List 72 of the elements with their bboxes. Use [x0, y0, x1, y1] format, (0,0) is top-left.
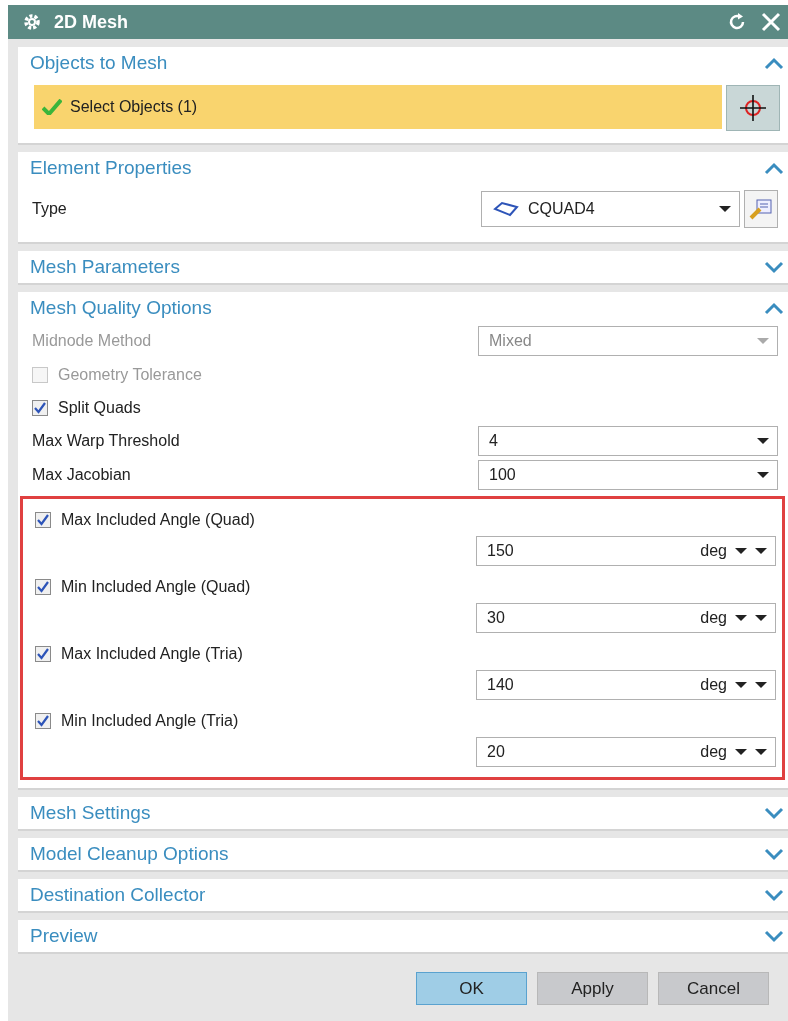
check-icon — [37, 647, 49, 660]
dropdown-arrow-icon[interactable] — [719, 205, 731, 213]
dropdown-arrow-icon[interactable] — [735, 681, 747, 689]
section-header[interactable]: Element Properties — [30, 157, 192, 179]
unit-label[interactable]: deg — [700, 743, 727, 761]
properties-icon — [749, 197, 773, 221]
unit-label[interactable]: deg — [700, 542, 727, 560]
dropdown-arrow-icon[interactable] — [735, 547, 747, 555]
dropdown-arrow-icon[interactable] — [755, 681, 767, 689]
collapse-icon[interactable] — [764, 301, 784, 315]
unit-label[interactable]: deg — [700, 609, 727, 627]
unit-label[interactable]: deg — [700, 676, 727, 694]
section-header[interactable]: Mesh Parameters — [30, 256, 180, 278]
dropdown-field[interactable]: CQUAD4 — [481, 191, 740, 227]
field-label: Type — [32, 200, 67, 218]
section-header[interactable]: Mesh Settings — [30, 802, 151, 824]
checkbox-label: Split Quads — [58, 398, 141, 417]
check-icon — [37, 513, 49, 526]
dropdown-arrow-icon[interactable] — [755, 547, 767, 555]
gear-icon[interactable] — [22, 12, 42, 32]
crosshair-button[interactable] — [726, 85, 780, 131]
section-header[interactable]: Destination Collector — [30, 884, 206, 906]
selection-bar[interactable]: Select Objects (1) — [34, 85, 722, 129]
window-title: 2D Mesh — [54, 11, 130, 33]
dialog-button[interactable]: Cancel — [658, 972, 769, 1005]
close-icon[interactable] — [760, 11, 782, 33]
checkbox[interactable] — [35, 511, 51, 528]
checkbox[interactable] — [35, 578, 51, 595]
checkbox[interactable] — [35, 645, 51, 662]
ok-button[interactable]: OK — [416, 972, 527, 1005]
dropdown-arrow-icon[interactable] — [757, 471, 769, 479]
check-icon — [37, 580, 49, 593]
dropdown-field: Mixed — [478, 326, 778, 356]
dropdown-field[interactable]: 140 deg — [476, 670, 776, 700]
dropdown-field[interactable]: 20 deg — [476, 737, 776, 767]
field-label: Max Jacobian — [32, 466, 131, 484]
checkbox-label: Min Included Angle (Quad) — [61, 577, 251, 596]
checkbox-label: Max Included Angle (Tria) — [61, 644, 243, 663]
element-shape-icon — [492, 200, 520, 218]
dropdown-arrow-icon[interactable] — [755, 614, 767, 622]
expand-icon[interactable] — [764, 806, 784, 820]
dropdown-arrow-icon[interactable] — [757, 437, 769, 445]
check-icon — [42, 99, 62, 115]
collapse-icon[interactable] — [764, 161, 784, 175]
dropdown-arrow-icon[interactable] — [735, 748, 747, 756]
dialog-button[interactable]: Apply — [537, 972, 648, 1005]
expand-icon[interactable] — [764, 260, 784, 274]
expand-icon[interactable] — [764, 847, 784, 861]
dropdown-field[interactable]: 100 — [478, 460, 778, 490]
section-header[interactable]: Model Cleanup Options — [30, 843, 229, 865]
dropdown-arrow-icon[interactable] — [735, 614, 747, 622]
collapse-icon[interactable] — [764, 56, 784, 70]
dropdown-arrow-icon[interactable] — [755, 748, 767, 756]
selection-label: Select Objects (1) — [70, 98, 198, 116]
check-icon — [37, 714, 49, 727]
checkbox[interactable] — [35, 712, 51, 729]
section-header[interactable]: Objects to Mesh — [30, 52, 168, 74]
checkbox-label: Max Included Angle (Quad) — [61, 510, 255, 529]
dropdown-field[interactable]: 30 deg — [476, 603, 776, 633]
field-label: Midnode Method — [32, 332, 152, 350]
dropdown-field[interactable]: 4 — [478, 426, 778, 456]
checkbox-label: Min Included Angle (Tria) — [61, 711, 239, 730]
expand-icon[interactable] — [764, 888, 784, 902]
expand-icon[interactable] — [764, 929, 784, 943]
crosshair-icon — [739, 94, 767, 122]
checkbox-label: Geometry Tolerance — [58, 365, 202, 384]
checkbox[interactable] — [32, 399, 48, 416]
section-header[interactable]: Mesh Quality Options — [30, 297, 212, 319]
field-label: Max Warp Threshold — [32, 432, 180, 450]
check-icon — [34, 401, 46, 414]
section-header[interactable]: Preview — [30, 925, 98, 947]
dropdown-field[interactable]: 150 deg — [476, 536, 776, 566]
